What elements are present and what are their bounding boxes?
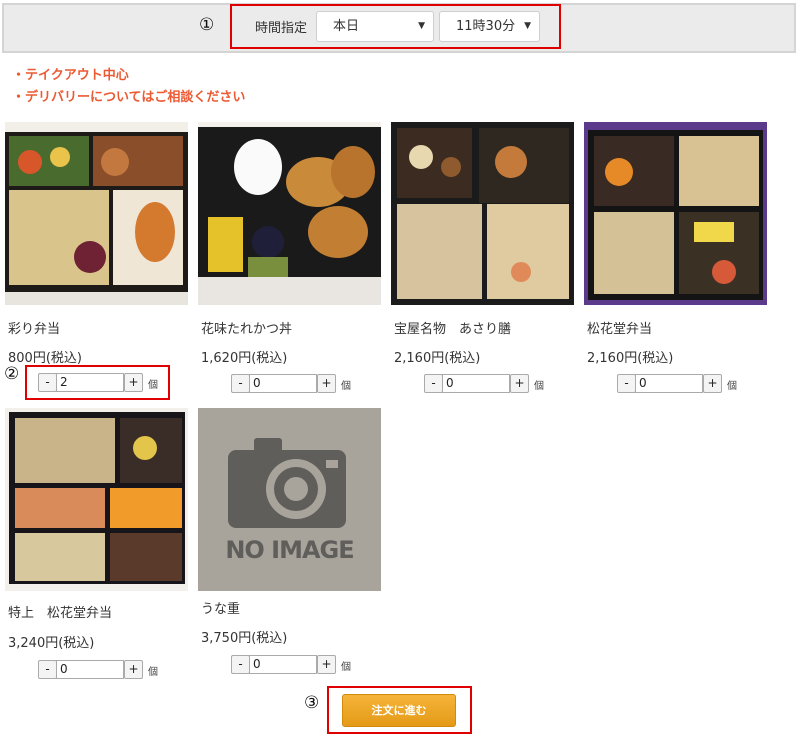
product-name: 特上 松花堂弁当 xyxy=(8,606,113,621)
time-select[interactable]: 11時30分 ▼ xyxy=(439,11,540,42)
chevron-down-icon: ▼ xyxy=(524,21,531,31)
decrease-button[interactable]: - xyxy=(617,374,636,393)
increase-button[interactable]: + xyxy=(124,660,143,679)
quantity-input[interactable]: 0 xyxy=(249,374,317,393)
product-image[interactable] xyxy=(584,122,767,305)
quantity-input[interactable]: 0 xyxy=(249,655,317,674)
step-marker-2: ② xyxy=(4,364,20,384)
note-delivery: ・デリバリーについてはご相談ください xyxy=(12,90,246,105)
quantity-stepper: - 0 + 個 xyxy=(617,374,737,393)
product-image[interactable] xyxy=(198,122,381,305)
note-takeout: ・テイクアウト中心 xyxy=(12,68,129,83)
quantity-input[interactable]: 2 xyxy=(56,373,124,392)
quantity-unit: 個 xyxy=(148,380,158,391)
day-select-value: 本日 xyxy=(333,19,360,34)
time-label: 時間指定 xyxy=(255,21,308,36)
quantity-unit: 個 xyxy=(341,662,351,673)
increase-button[interactable]: + xyxy=(317,655,336,674)
decrease-button[interactable]: - xyxy=(231,374,250,393)
product-price: 800円(税込) xyxy=(8,351,82,366)
product-image[interactable] xyxy=(5,122,188,305)
quantity-stepper: - 0 + 個 xyxy=(38,660,158,679)
quantity-input[interactable]: 0 xyxy=(635,374,703,393)
chevron-down-icon: ▼ xyxy=(418,21,425,31)
quantity-input[interactable]: 0 xyxy=(442,374,510,393)
product-price: 2,160円(税込) xyxy=(394,351,481,366)
quantity-unit: 個 xyxy=(341,381,351,392)
quantity-stepper: - 0 + 個 xyxy=(231,374,351,393)
quantity-unit: 個 xyxy=(727,381,737,392)
product-price: 1,620円(税込) xyxy=(201,351,288,366)
quantity-input[interactable]: 0 xyxy=(56,660,124,679)
product-name: 花味たれかつ丼 xyxy=(201,322,293,337)
step-marker-3: ③ xyxy=(304,693,320,713)
increase-button[interactable]: + xyxy=(510,374,529,393)
quantity-stepper: - 2 + 個 xyxy=(38,373,158,392)
product-name: 宝屋名物 あさり膳 xyxy=(394,322,512,337)
decrease-button[interactable]: - xyxy=(424,374,443,393)
decrease-button[interactable]: - xyxy=(231,655,250,674)
day-select[interactable]: 本日 ▼ xyxy=(316,11,434,42)
increase-button[interactable]: + xyxy=(317,374,336,393)
product-name: 松花堂弁当 xyxy=(587,322,653,337)
quantity-stepper: - 0 + 個 xyxy=(424,374,544,393)
increase-button[interactable]: + xyxy=(703,374,722,393)
product-image[interactable] xyxy=(391,122,574,305)
no-image-text: NO IMAGE xyxy=(225,536,354,564)
decrease-button[interactable]: - xyxy=(38,373,57,392)
time-select-value: 11時30分 xyxy=(456,19,516,34)
proceed-to-order-button[interactable]: 注文に進む xyxy=(342,694,456,727)
product-name: 彩り弁当 xyxy=(8,322,61,337)
decrease-button[interactable]: - xyxy=(38,660,57,679)
product-name: うな重 xyxy=(201,602,241,617)
product-image-placeholder[interactable]: NO IMAGE xyxy=(198,408,381,591)
step-marker-1: ① xyxy=(199,15,215,35)
product-price: 2,160円(税込) xyxy=(587,351,674,366)
quantity-stepper: - 0 + 個 xyxy=(231,655,351,674)
product-image[interactable] xyxy=(5,408,188,591)
quantity-unit: 個 xyxy=(148,667,158,678)
product-price: 3,240円(税込) xyxy=(8,636,95,651)
quantity-unit: 個 xyxy=(534,381,544,392)
product-price: 3,750円(税込) xyxy=(201,631,288,646)
increase-button[interactable]: + xyxy=(124,373,143,392)
